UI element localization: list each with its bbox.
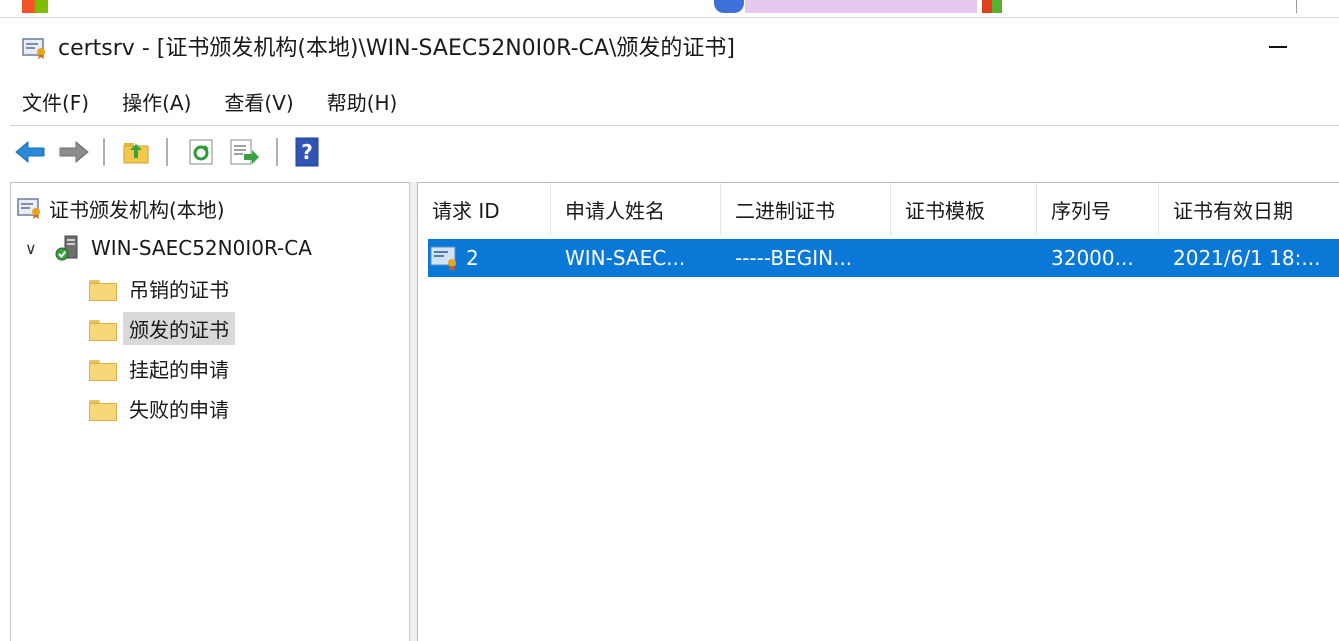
menu-file[interactable]: 文件(F)	[22, 87, 89, 116]
folder-icon	[89, 278, 117, 301]
tree-folder-label: 失败的申请	[129, 397, 229, 422]
column-header-requester[interactable]: 申请人姓名	[551, 183, 721, 235]
toolbar-separator-3	[276, 138, 278, 166]
folder-icon	[89, 318, 117, 341]
tree-root-label: 证书颁发机构(本地)	[49, 197, 225, 222]
cell-valid-from: 2021/6/1 18:...	[1173, 246, 1321, 270]
menu-view[interactable]: 查看(V)	[224, 87, 293, 116]
menu-action[interactable]: 操作(A)	[122, 87, 191, 116]
up-folder-icon	[123, 143, 149, 164]
export-list-button[interactable]	[226, 136, 262, 168]
column-header-valid-from[interactable]: 证书有效日期	[1159, 183, 1339, 235]
menu-bar: 文件(F) 操作(A) 查看(V) 帮助(H)	[0, 80, 1339, 122]
folder-icon	[89, 398, 117, 421]
title-bar: certsrv - [证书颁发机构(本地)\WIN-SAEC52N0I0R-CA…	[0, 18, 1339, 80]
tree-folder-label: 挂起的申请	[129, 357, 229, 382]
help-icon: ?	[295, 137, 319, 167]
column-header-template[interactable]: 证书模板	[891, 183, 1037, 235]
tree-folder-issued[interactable]: 颁发的证书	[89, 311, 235, 345]
folder-icon	[89, 358, 117, 381]
strip-divider	[1296, 0, 1297, 13]
forward-button[interactable]	[56, 136, 92, 168]
table-row[interactable]: 2 WIN-SAEC... -----BEGIN... 32000... 202…	[428, 239, 1339, 277]
tree-folder-revoked[interactable]: 吊销的证书	[89, 271, 235, 305]
browser-tab-fragment	[745, 0, 977, 13]
cell-requester: WIN-SAEC...	[565, 246, 686, 270]
column-header-request-id[interactable]: 请求 ID	[418, 183, 551, 235]
tree-folder-failed[interactable]: 失败的申请	[89, 391, 235, 425]
tab-icon-fragment	[714, 0, 744, 13]
certificate-authority-icon	[17, 198, 40, 219]
back-arrow-icon	[15, 140, 45, 164]
window-title: certsrv - [证书颁发机构(本地)\WIN-SAEC52N0I0R-CA…	[58, 36, 735, 61]
cell-binary-certificate: -----BEGIN...	[735, 246, 853, 270]
pane-splitter[interactable]	[410, 182, 418, 641]
certificate-icon	[430, 246, 456, 271]
help-button[interactable]: ?	[292, 136, 322, 168]
export-list-icon	[230, 139, 259, 165]
microsoft-logo-fragment	[22, 0, 48, 13]
menu-help[interactable]: 帮助(H)	[327, 87, 398, 116]
toolbar-separator-2	[166, 138, 168, 166]
svg-text:?: ?	[301, 140, 313, 164]
tree-folder-label: 吊销的证书	[129, 277, 229, 302]
chevron-down-icon[interactable]: ∨	[25, 239, 41, 258]
cell-request-id: 2	[466, 246, 479, 270]
up-level-button[interactable]	[118, 136, 154, 168]
console-tree: 证书颁发机构(本地) ∨ WIN-SAEC52N0I0R-CA 吊销的证书 颁发…	[10, 182, 410, 641]
tree-folder-label: 颁发的证书	[123, 311, 235, 345]
cell-serial: 32000...	[1051, 246, 1134, 270]
background-browser-strip	[0, 0, 1339, 18]
tree-root[interactable]: 证书颁发机构(本地)	[17, 191, 231, 225]
tree-node-ca[interactable]: ∨ WIN-SAEC52N0I0R-CA	[25, 231, 318, 265]
cell-template	[905, 239, 1041, 277]
column-header-binary-certificate[interactable]: 二进制证书	[721, 183, 891, 235]
tree-folder-pending[interactable]: 挂起的申请	[89, 351, 235, 385]
tree-node-ca-label: WIN-SAEC52N0I0R-CA	[91, 236, 312, 260]
tab-icon-fragment-2	[982, 0, 1002, 13]
forward-arrow-icon	[59, 140, 89, 164]
refresh-icon	[189, 139, 213, 165]
result-list: 请求 ID 申请人姓名 二进制证书 证书模板 序列号 证书有效日期 2 WIN-…	[418, 182, 1339, 641]
back-button[interactable]	[12, 136, 48, 168]
certificate-authority-icon	[22, 38, 45, 59]
server-icon	[55, 235, 78, 261]
minimize-button[interactable]	[1258, 30, 1298, 64]
column-header-serial[interactable]: 序列号	[1037, 183, 1159, 235]
toolbar: ?	[0, 126, 1339, 178]
refresh-button[interactable]	[184, 136, 218, 168]
toolbar-separator	[103, 138, 105, 166]
